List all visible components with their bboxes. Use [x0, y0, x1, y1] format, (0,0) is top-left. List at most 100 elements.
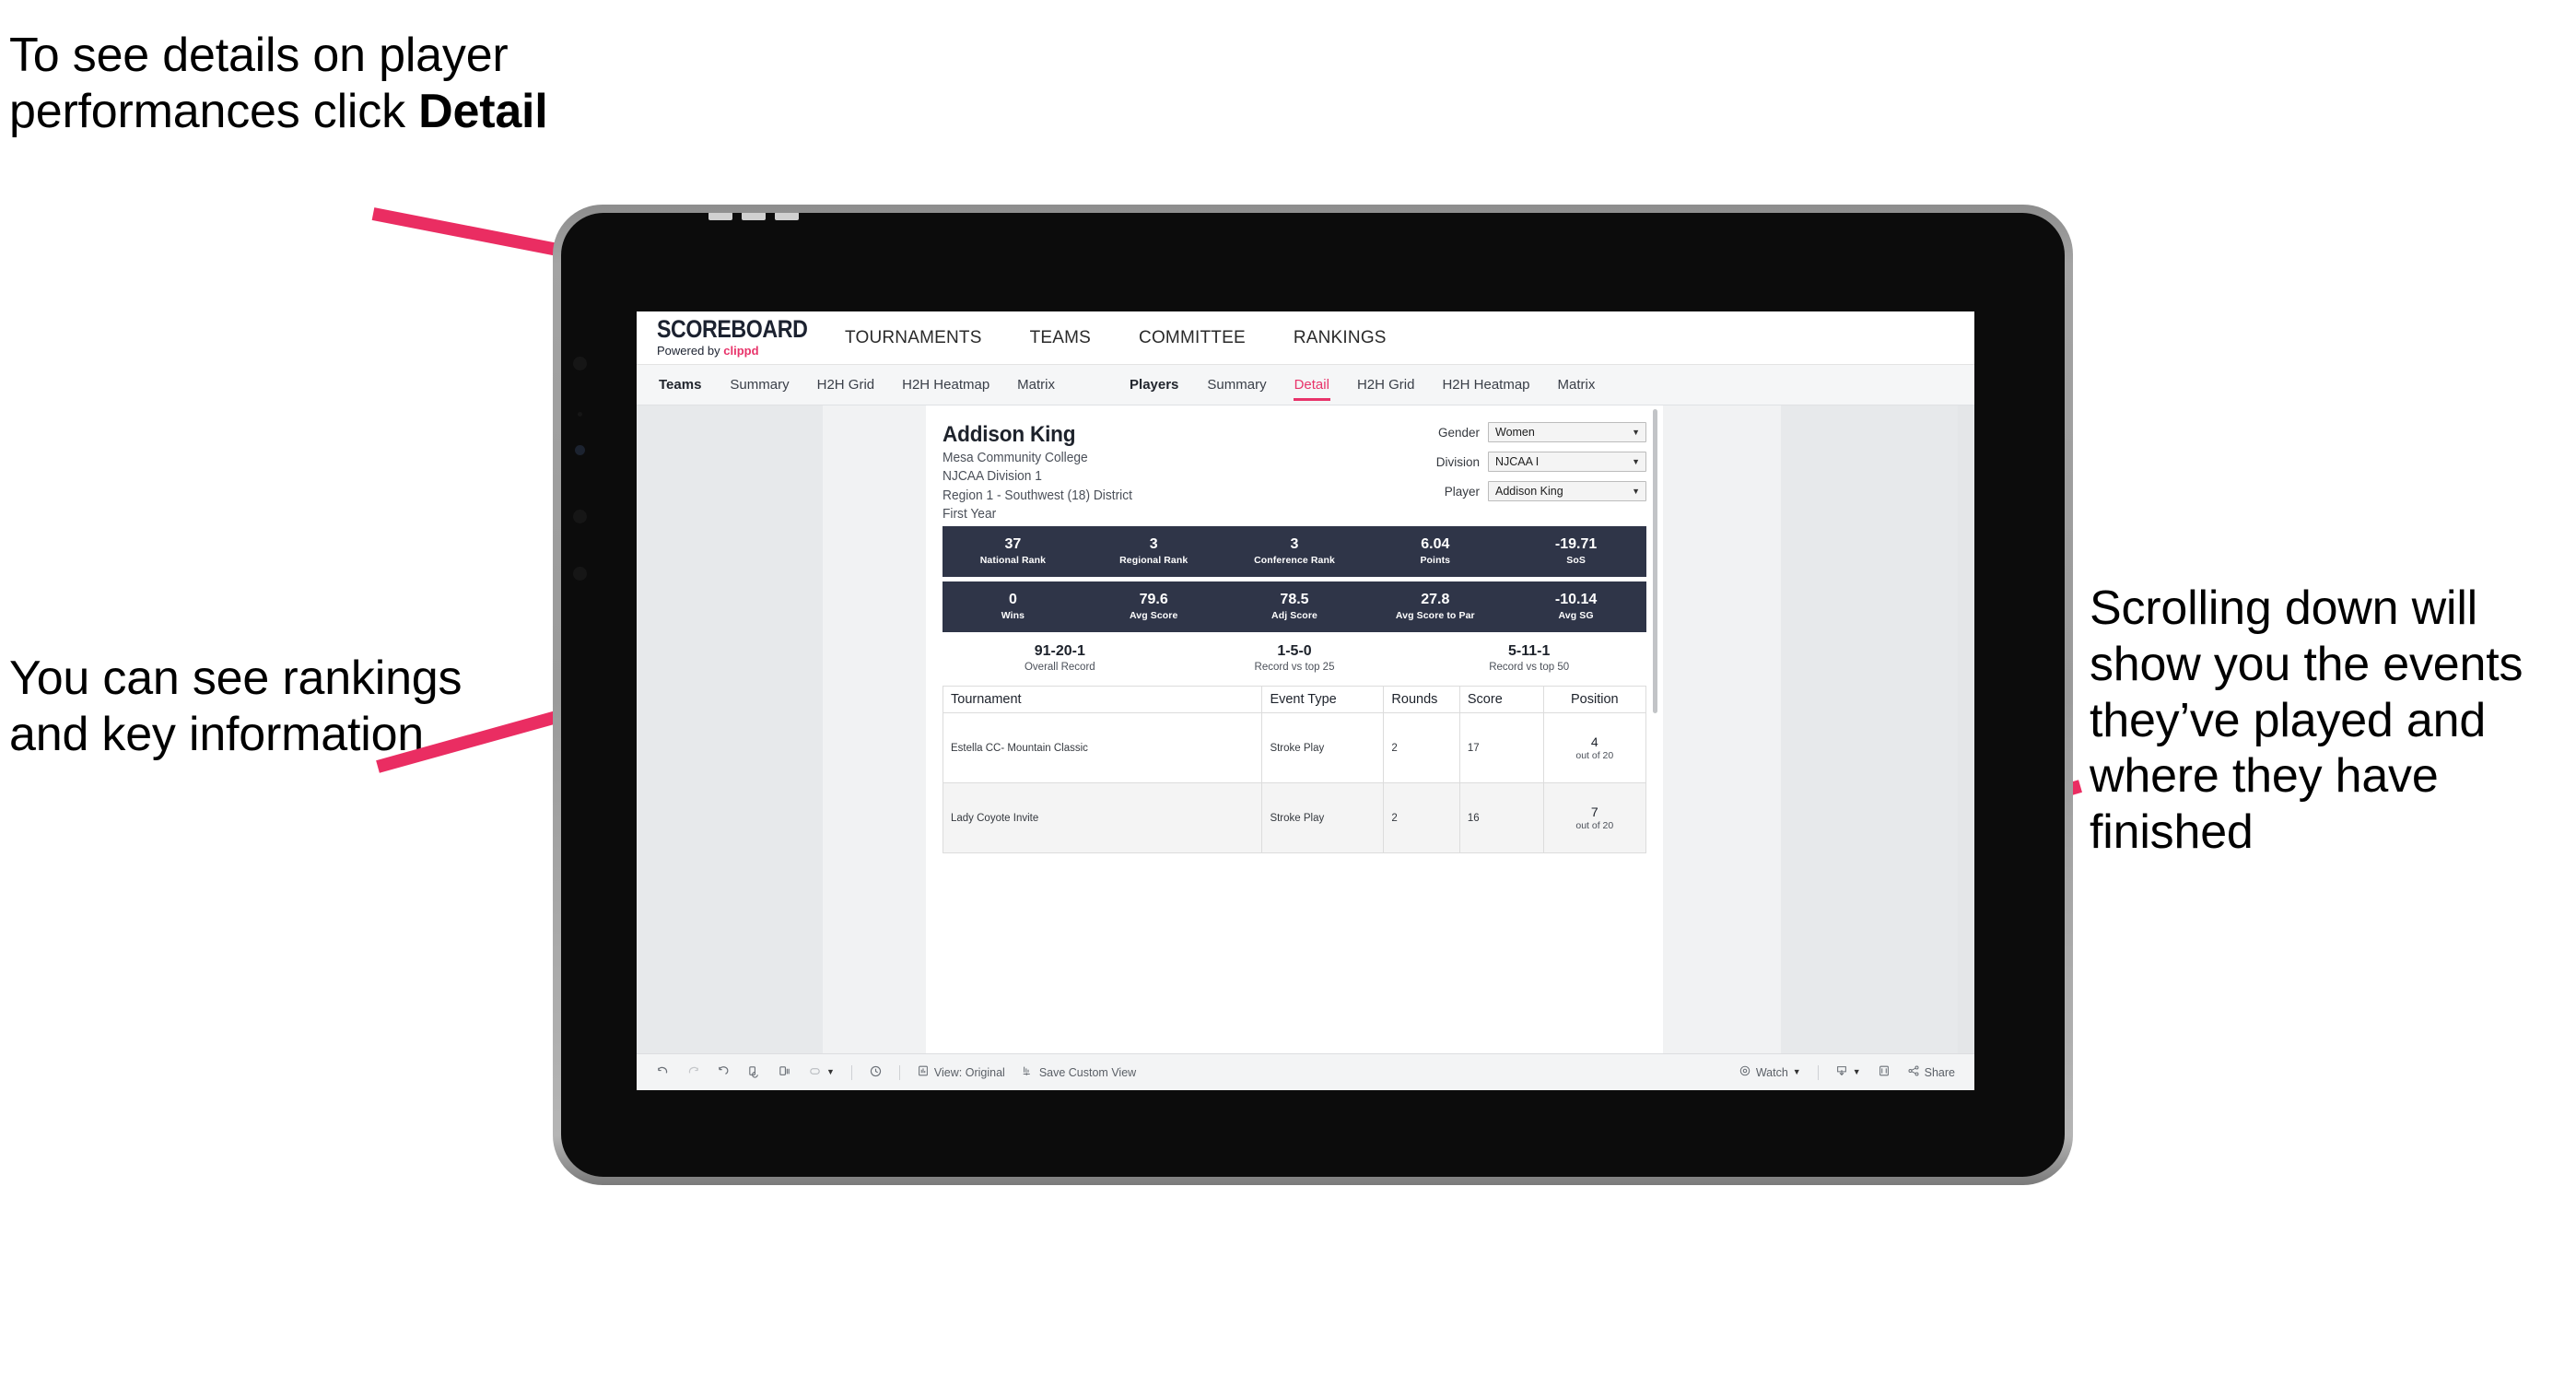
redo-icon	[686, 1064, 700, 1081]
annotation-top-left: To see details on player performances cl…	[9, 28, 617, 140]
record-overall: 91-20-1 Overall Record	[943, 643, 1177, 673]
stat-avg-score-to-par: 27.8 Avg Score to Par	[1364, 591, 1505, 622]
cell-position: 7 out of 20	[1542, 782, 1647, 854]
tab-players-h2h-heatmap[interactable]: H2H Heatmap	[1428, 365, 1543, 405]
primary-nav: TOURNAMENTS TEAMS COMMITTEE RANKINGS	[821, 328, 1411, 348]
tab-players-detail[interactable]: Detail	[1281, 365, 1343, 405]
filter-player-label: Player	[1444, 484, 1480, 499]
loop-icon	[808, 1064, 822, 1081]
view-original-label: View: Original	[933, 1065, 1005, 1079]
player-meta-division: NJCAA Division 1	[943, 469, 1042, 485]
revert-icon	[717, 1064, 731, 1081]
stat-avg-score-to-par-value: 27.8	[1421, 591, 1450, 607]
record-vs-top-25-value: 1-5-0	[1277, 643, 1312, 660]
tab-teams-summary[interactable]: Summary	[716, 365, 802, 405]
bottom-toolbar: ▼ View: Original Save Custom View Watch …	[637, 1053, 1974, 1090]
division-select[interactable]: NJCAA I ▼	[1488, 452, 1646, 472]
redo-button[interactable]	[678, 1064, 708, 1081]
chevron-down-icon: ▼	[826, 1067, 835, 1076]
stat-avg-score: 79.6 Avg Score	[1083, 592, 1224, 622]
share-icon	[1907, 1064, 1920, 1080]
tab-teams-h2h-heatmap[interactable]: H2H Heatmap	[888, 365, 1003, 405]
app-logo[interactable]: SCOREBOARD Powered by clippd	[637, 316, 821, 358]
tab-players-matrix[interactable]: Matrix	[1544, 365, 1610, 405]
table-row[interactable]: Lady Coyote Invite Stroke Play 2 16 7 ou…	[942, 782, 1647, 854]
player-meta-year: First Year	[943, 506, 997, 522]
report-page: Addison King Mesa Community College NJCA…	[823, 405, 1781, 1053]
player-meta-region: Region 1 - Southwest (18) District	[943, 487, 1132, 503]
table-row[interactable]: Estella CC- Mountain Classic Stroke Play…	[942, 712, 1647, 784]
col-header-event-type[interactable]: Event Type	[1261, 686, 1385, 714]
col-header-tournament[interactable]: Tournament	[942, 686, 1263, 714]
device-side-dot-1	[573, 357, 587, 370]
page-title: Addison King	[943, 422, 1076, 447]
tab-players-summary[interactable]: Summary	[1193, 365, 1280, 405]
annotation-right: Scrolling down will show you the events …	[2090, 581, 2523, 860]
watch-button[interactable]: Watch ▼	[1730, 1064, 1809, 1080]
player-detail-sheet: Addison King Mesa Community College NJCA…	[926, 405, 1663, 1053]
col-header-rounds[interactable]: Rounds	[1383, 686, 1460, 714]
nav-item-tournaments[interactable]: TOURNAMENTS	[821, 328, 1006, 348]
gender-select[interactable]: Women ▼	[1488, 422, 1646, 442]
cell-event-type: Stroke Play	[1261, 782, 1385, 854]
col-header-position[interactable]: Position	[1542, 686, 1647, 714]
chevron-down-icon: ▼	[1632, 456, 1640, 466]
pause-button[interactable]	[769, 1064, 800, 1081]
stat-points: 6.04 Points	[1364, 536, 1505, 567]
player-select-value: Addison King	[1495, 485, 1563, 498]
tabgroup-teams-label: Teams	[659, 377, 702, 393]
share-button[interactable]: Share	[1899, 1064, 1963, 1080]
app-screen: SCOREBOARD Powered by clippd TOURNAMENTS…	[637, 311, 1974, 1090]
tablet-bezel: SCOREBOARD Powered by clippd TOURNAMENTS…	[561, 213, 2065, 1177]
fullscreen-button[interactable]	[1869, 1064, 1899, 1080]
nav-item-teams[interactable]: TEAMS	[1006, 328, 1115, 348]
pause-autoupdate-button[interactable]	[861, 1064, 891, 1081]
cell-position-value: 7	[1590, 805, 1598, 820]
nav-item-rankings[interactable]: RANKINGS	[1270, 328, 1411, 348]
download-button[interactable]: ▼	[1827, 1064, 1869, 1080]
stat-regional-rank-label: Regional Rank	[1119, 555, 1188, 567]
toolbar-divider	[898, 1064, 900, 1080]
revert-button[interactable]	[708, 1064, 739, 1081]
filter-division-label: Division	[1435, 454, 1480, 469]
logo-brand: clippd	[723, 344, 759, 358]
stat-avg-sg-value: -10.14	[1554, 591, 1598, 607]
stat-adj-score: 78.5 Adj Score	[1224, 592, 1365, 622]
record-vs-top-50-value: 5-11-1	[1507, 643, 1551, 660]
device-side-dot-4	[573, 567, 587, 581]
sheet-header: Addison King Mesa Community College NJCA…	[943, 420, 1646, 523]
vertical-scrollbar[interactable]	[1653, 409, 1657, 713]
view-original-button[interactable]: View: Original	[908, 1064, 1013, 1080]
cell-rounds: 2	[1383, 782, 1460, 854]
record-overall-label: Overall Record	[1024, 662, 1095, 674]
tabgroup-players: Players Summary Detail H2H Grid H2H Heat…	[1107, 365, 1609, 405]
stat-avg-score-to-par-label: Avg Score to Par	[1395, 610, 1475, 622]
undo-button[interactable]	[648, 1064, 678, 1081]
content-right-gutter	[1958, 405, 1974, 1053]
stat-avg-sg-label: Avg SG	[1558, 610, 1594, 622]
clock-icon	[869, 1064, 883, 1081]
cell-position-value: 4	[1590, 734, 1598, 750]
tab-teams-h2h-grid[interactable]: H2H Grid	[803, 365, 889, 405]
cell-tournament: Estella CC- Mountain Classic	[942, 712, 1263, 784]
tournaments-table: Tournament Event Type Rounds Score Posit…	[942, 686, 1647, 854]
stat-wins: 0 Wins	[943, 592, 1083, 622]
save-custom-view-button[interactable]: Save Custom View	[1013, 1064, 1144, 1080]
stat-regional-rank: 3 Regional Rank	[1083, 536, 1224, 567]
filter-division: Division NJCAA I ▼	[1398, 452, 1646, 472]
device-top-button-3	[775, 213, 799, 220]
stat-national-rank-label: National Rank	[979, 555, 1047, 567]
col-header-score[interactable]: Score	[1458, 686, 1544, 714]
logo-powered-by: Powered by	[657, 344, 724, 358]
cell-score: 17	[1458, 712, 1544, 784]
refresh-button[interactable]	[739, 1064, 769, 1081]
device-side-dot-3	[573, 510, 587, 523]
nav-item-committee[interactable]: COMMITTEE	[1115, 328, 1270, 348]
toolbar-divider	[1817, 1064, 1819, 1080]
stats-strip-scoring: 0 Wins 79.6 Avg Score 78.5 Adj Score 27.…	[943, 581, 1646, 633]
tab-players-h2h-grid[interactable]: H2H Grid	[1343, 365, 1429, 405]
player-select[interactable]: Addison King ▼	[1488, 481, 1646, 501]
refresh-dropdown-button[interactable]: ▼	[800, 1064, 843, 1081]
tab-teams-matrix[interactable]: Matrix	[1003, 365, 1069, 405]
content-area: Addison King Mesa Community College NJCA…	[637, 405, 1974, 1053]
